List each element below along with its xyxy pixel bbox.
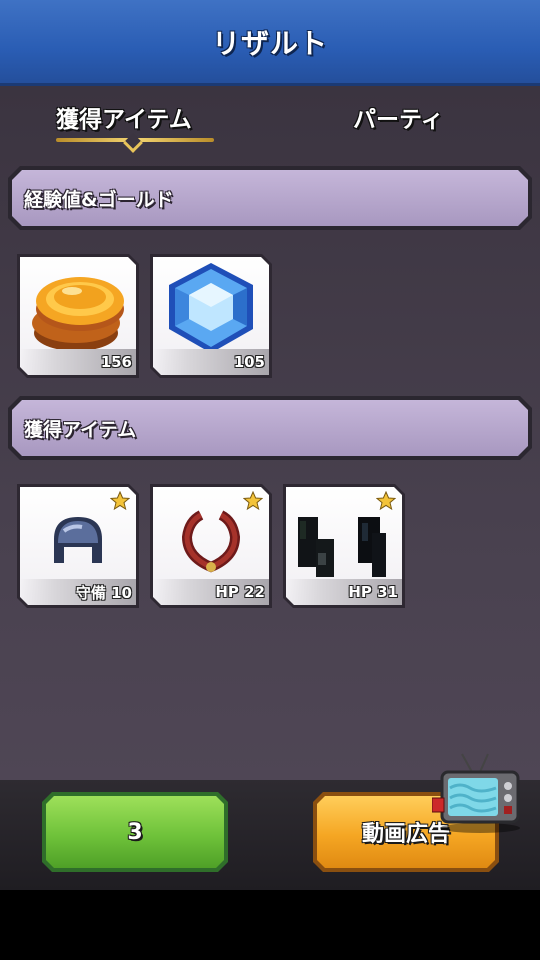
tab-party[interactable]: パーティ [353,100,444,134]
star-icon [376,491,396,511]
section-header-exp-gold: 経験値&ゴールド [8,166,532,230]
item-stat: 守備 10 [20,579,136,605]
section-label-items: 獲得アイテム [24,418,137,441]
continue-button-label: 3 [46,796,224,868]
section-label-exp-gold: 経験値&ゴールド [24,188,174,211]
item-card-boots[interactable]: HP 31 [283,484,405,608]
reward-count: 156 [20,349,136,375]
bottom-spacer [0,890,540,960]
tab-acquired-items[interactable]: 獲得アイテム [56,100,192,134]
star-icon [243,491,263,511]
star-icon [110,491,130,511]
header-bar: リザルト [0,0,540,86]
continue-button[interactable]: 3 [42,792,228,872]
result-screen: リザルト 獲得アイテム パーティ 経験値&ゴールド 156 105 獲得アイテム… [0,0,540,960]
reward-count: 105 [153,349,269,375]
item-stat: HP 31 [286,579,402,605]
content-area: 獲得アイテム パーティ 経験値&ゴールド 156 105 獲得アイテム 守備 1… [0,86,540,780]
tv-ad-icon [432,753,520,833]
item-card-helmet[interactable]: 守備 10 [17,484,139,608]
reward-card-gold[interactable]: 156 [17,254,139,378]
item-stat: HP 22 [153,579,269,605]
page-title: リザルト [211,26,328,60]
reward-card-gem[interactable]: 105 [150,254,272,378]
tab-bar: 獲得アイテム パーティ [0,86,540,158]
active-tab-caret-icon [123,133,143,153]
section-header-items: 獲得アイテム [8,396,532,460]
item-card-necklace[interactable]: HP 22 [150,484,272,608]
